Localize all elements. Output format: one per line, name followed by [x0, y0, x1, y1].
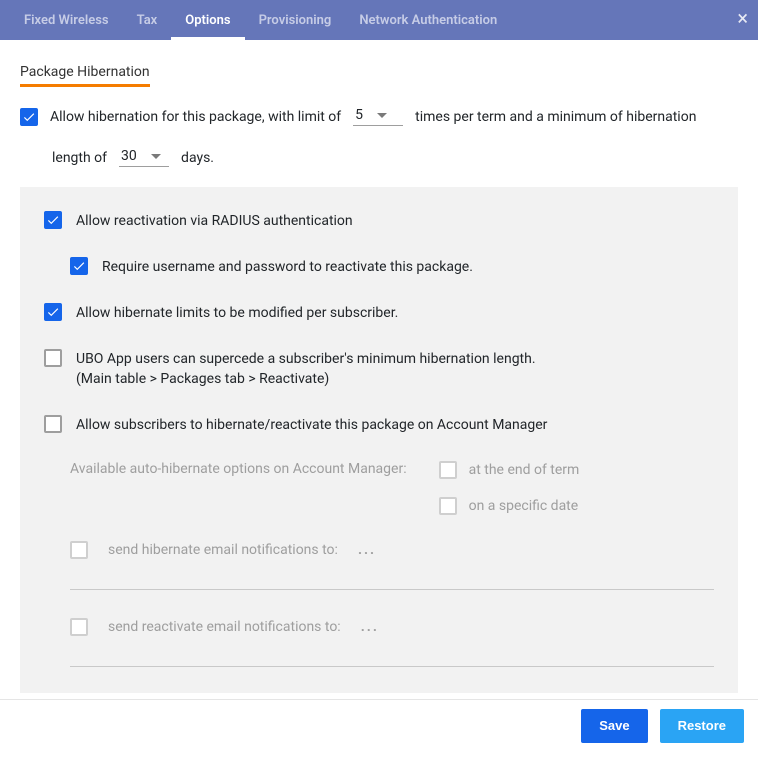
send-hibernate-block: send hibernate email notifications to: .… [70, 541, 714, 590]
radius-label: Allow reactivation via RADIUS authentica… [76, 211, 353, 231]
require-credentials-option: Require username and password to reactiv… [70, 257, 714, 277]
tab-network-authentication[interactable]: Network Authentication [345, 0, 511, 40]
per-subscriber-option: Allow hibernate limits to be modified pe… [44, 303, 714, 323]
close-icon[interactable]: × [737, 8, 748, 28]
ubo-label-line1: UBO App users can supercede a subscriber… [76, 351, 536, 367]
hibernation-days-value: 30 [121, 148, 137, 164]
radius-checkbox[interactable] [44, 211, 62, 229]
save-button[interactable]: Save [581, 709, 647, 743]
allow-hibernation-row: Allow hibernation for this package, with… [20, 107, 738, 126]
send-reactivate-value[interactable]: ... [361, 619, 379, 635]
acct-mgr-option: Allow subscribers to hibernate/reactivat… [44, 415, 714, 435]
restore-button[interactable]: Restore [660, 709, 744, 743]
tab-options[interactable]: Options [171, 0, 244, 40]
ubo-label: UBO App users can supercede a subscriber… [76, 349, 536, 389]
end-of-term-checkbox[interactable] [439, 461, 457, 479]
tab-provisioning[interactable]: Provisioning [245, 0, 346, 40]
acct-mgr-checkbox[interactable] [44, 415, 62, 433]
allow-hibernation-row-2: length of 30 days. [52, 148, 738, 167]
auto-hibernate-block: Available auto-hibernate options on Acco… [70, 461, 714, 515]
radius-option: Allow reactivation via RADIUS authentica… [44, 211, 714, 231]
tab-fixed-wireless[interactable]: Fixed Wireless [10, 0, 123, 40]
caret-down-icon [377, 113, 387, 118]
send-reactivate-underline [70, 666, 714, 667]
tab-tax[interactable]: Tax [123, 0, 172, 40]
send-hibernate-value[interactable]: ... [358, 542, 376, 558]
send-hibernate-label: send hibernate email notifications to: [108, 542, 338, 558]
send-reactivate-checkbox[interactable] [70, 618, 88, 636]
ubo-label-line2: (Main table > Packages tab > Reactivate) [76, 371, 329, 387]
specific-date-checkbox[interactable] [439, 497, 457, 515]
auto-hibernate-prompt: Available auto-hibernate options on Acco… [70, 461, 407, 515]
caret-down-icon [151, 154, 161, 159]
acct-mgr-label: Allow subscribers to hibernate/reactivat… [76, 415, 547, 435]
tab-bar: Fixed Wireless Tax Options Provisioning … [0, 0, 758, 40]
allow-hibernation-text-d: days. [181, 150, 214, 166]
allow-hibernation-text-b: times per term and a minimum of hibernat… [415, 109, 696, 125]
ubo-option: UBO App users can supercede a subscriber… [44, 349, 714, 389]
send-hibernate-checkbox[interactable] [70, 541, 88, 559]
per-subscriber-label: Allow hibernate limits to be modified pe… [76, 303, 398, 323]
hibernation-days-select[interactable]: 30 [119, 148, 169, 167]
send-reactivate-block: send reactivate email notifications to: … [70, 618, 714, 667]
send-reactivate-label: send reactivate email notifications to: [108, 619, 341, 635]
allow-hibernation-text-c: length of [52, 150, 107, 166]
allow-hibernation-checkbox[interactable] [20, 108, 38, 126]
allow-hibernation-text-a: Allow hibernation for this package, with… [50, 109, 341, 125]
require-credentials-checkbox[interactable] [70, 257, 88, 275]
hibernation-limit-select[interactable]: 5 [353, 107, 403, 126]
footer: Save Restore [0, 699, 758, 751]
per-subscriber-checkbox[interactable] [44, 303, 62, 321]
specific-date-option: on a specific date [439, 497, 580, 515]
end-of-term-option: at the end of term [439, 461, 580, 479]
hibernation-limit-value: 5 [355, 107, 363, 123]
options-panel: Allow reactivation via RADIUS authentica… [20, 187, 738, 693]
section-title: Package Hibernation [20, 64, 150, 87]
send-hibernate-underline [70, 589, 714, 590]
ubo-checkbox[interactable] [44, 349, 62, 367]
specific-date-label: on a specific date [469, 498, 579, 514]
require-credentials-label: Require username and password to reactiv… [102, 257, 473, 277]
end-of-term-label: at the end of term [469, 462, 580, 478]
